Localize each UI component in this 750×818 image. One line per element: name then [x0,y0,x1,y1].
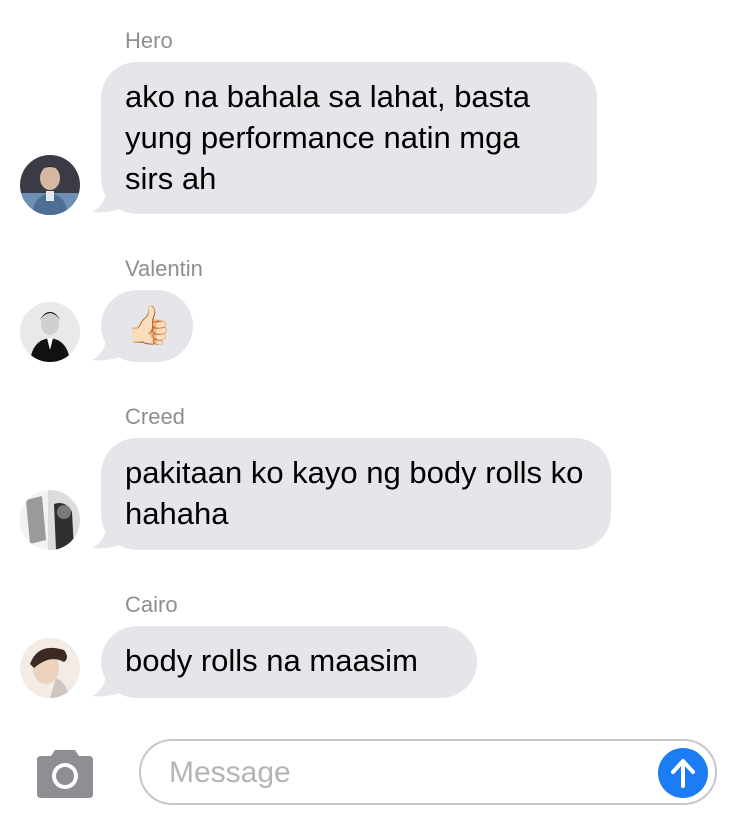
avatar-valentin[interactable] [20,302,80,362]
message-composer: Message [0,730,750,818]
message-placeholder: Message [169,756,291,789]
message-bubble-hero[interactable]: ako na bahala sa lahat, basta yung perfo… [101,62,597,214]
camera-icon[interactable] [33,750,97,798]
sender-name-creed: Creed [125,404,185,429]
message-bubble-creed[interactable]: pakitaan ko kayo ng body rolls ko hahaha [101,438,611,550]
message-input[interactable]: Message [139,739,717,805]
sender-name-hero: Hero [125,28,173,53]
avatar-cairo[interactable] [20,638,80,698]
send-arrow-up-icon [671,759,695,788]
avatar-hero[interactable] [20,155,80,215]
message-bubble-valentin[interactable]: 👍🏻 [101,290,193,362]
sender-name-cairo: Cairo [125,592,178,617]
message-bubble-cairo[interactable]: body rolls na maasim [101,626,477,698]
sender-name-valentin: Valentin [125,256,203,281]
avatar-creed[interactable] [20,490,80,550]
send-button[interactable] [658,748,708,798]
